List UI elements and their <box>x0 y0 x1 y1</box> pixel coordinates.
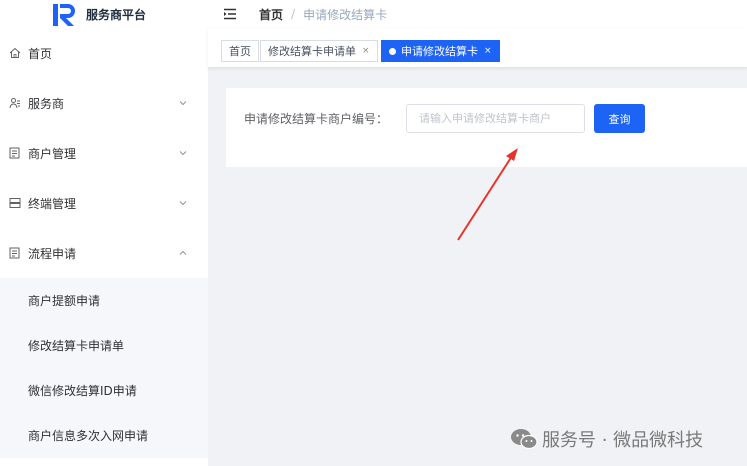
merchant-icon <box>8 146 22 160</box>
sidebar-item-label: 服务商 <box>28 96 65 111</box>
app-logo[interactable]: 服务商平台 <box>0 0 208 28</box>
wechat-icon <box>511 429 538 450</box>
terminal-icon <box>8 196 22 210</box>
app-title: 服务商平台 <box>86 7 147 22</box>
tag-apply-settlement-card-change[interactable]: 申请修改结算卡 × <box>381 40 500 62</box>
submenu-item-merchant-reonboarding[interactable]: 商户信息多次入网申请 <box>0 413 208 458</box>
breadcrumb-separator: / <box>291 7 296 21</box>
sidebar-item-label: 流程申请 <box>28 246 77 261</box>
submenu-item-settlement-card-change-list[interactable]: 修改结算卡申请单 <box>0 323 208 368</box>
tag-label: 首页 <box>229 45 251 58</box>
sidebar-item-label: 首页 <box>28 46 53 61</box>
query-button[interactable]: 查询 <box>594 104 645 133</box>
chevron-up-icon <box>179 250 187 255</box>
merchant-number-input[interactable] <box>406 104 585 133</box>
sidebar-item-label: 商户管理 <box>28 146 77 161</box>
sidebar-item-process-application[interactable]: 流程申请 <box>0 228 208 278</box>
submenu-item-merchant-limit-increase[interactable]: 商户提额申请 <box>0 278 208 323</box>
sidebar-item-home[interactable]: 首页 <box>0 28 208 78</box>
close-icon[interactable]: × <box>484 46 492 56</box>
chevron-down-icon <box>179 101 187 106</box>
tag-home[interactable]: 首页 <box>221 40 259 62</box>
tags-view-bar: 首页 修改结算卡申请单 × 申请修改结算卡 × <box>208 28 747 68</box>
chevron-down-icon <box>179 151 187 156</box>
menu-fold-icon[interactable] <box>223 8 237 20</box>
sidebar-item-terminal-management[interactable]: 终端管理 <box>0 178 208 228</box>
logo-icon <box>53 4 75 26</box>
submenu-process-application: 商户提额申请 修改结算卡申请单 微信修改结算ID申请 商户信息多次入网申请 <box>0 278 208 458</box>
sidebar: 服务商平台 首页 服务商 商户管理 终端管理 流程申请 商户提额申请 修改结算卡… <box>0 0 208 466</box>
tag-settlement-card-change-list[interactable]: 修改结算卡申请单 × <box>260 40 378 62</box>
tag-label: 申请修改结算卡 <box>401 45 478 58</box>
breadcrumb-current: 申请修改结算卡 <box>303 7 388 22</box>
user-group-icon <box>8 96 22 110</box>
chevron-down-icon <box>179 201 187 206</box>
top-header: 首页 / 申请修改结算卡 <box>208 0 747 28</box>
watermark: 服务号 · 微品微科技 <box>510 426 703 452</box>
sidebar-item-label: 终端管理 <box>28 196 77 211</box>
active-dot-icon <box>389 47 396 55</box>
submenu-item-wechat-settlement-id-change[interactable]: 微信修改结算ID申请 <box>0 368 208 413</box>
home-icon <box>8 46 22 60</box>
annotation-arrow-icon <box>457 148 518 241</box>
watermark-text: 服务号 · 微品微科技 <box>542 430 704 451</box>
close-icon[interactable]: × <box>362 46 370 56</box>
tag-label: 修改结算卡申请单 <box>268 45 356 58</box>
breadcrumb: 首页 / 申请修改结算卡 <box>259 6 387 23</box>
merchant-number-label: 申请修改结算卡商户编号： <box>244 112 389 126</box>
sidebar-item-merchant-management[interactable]: 商户管理 <box>0 128 208 178</box>
process-icon <box>8 246 22 260</box>
sidebar-item-service-provider[interactable]: 服务商 <box>0 78 208 128</box>
breadcrumb-home[interactable]: 首页 <box>259 6 283 23</box>
